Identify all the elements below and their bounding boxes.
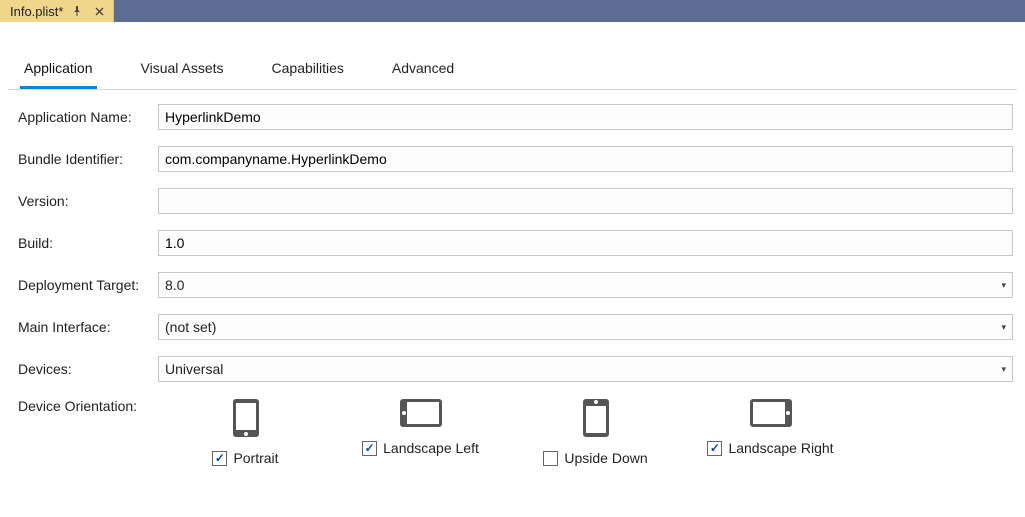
label-main-interface: Main Interface: bbox=[18, 319, 158, 335]
checkbox-landscape-right[interactable] bbox=[707, 441, 722, 456]
checkbox-landscape-right-label: Landscape Right bbox=[728, 440, 833, 456]
label-device-orientation: Device Orientation: bbox=[18, 398, 158, 414]
input-build[interactable] bbox=[158, 230, 1013, 256]
chevron-down-icon: ▾ bbox=[1001, 280, 1006, 291]
phone-upside-down-icon bbox=[582, 398, 610, 438]
document-tab[interactable]: Info.plist* bbox=[0, 0, 114, 22]
dropdown-devices[interactable]: Universal ▾ bbox=[158, 356, 1013, 382]
orientation-landscape-right: Landscape Right bbox=[683, 398, 858, 466]
tab-capabilities[interactable]: Capabilities bbox=[268, 56, 348, 89]
orientation-upside-down: Upside Down bbox=[508, 398, 683, 466]
dropdown-main-interface-value: (not set) bbox=[165, 319, 216, 335]
dropdown-devices-value: Universal bbox=[165, 361, 223, 377]
dropdown-deployment-target[interactable]: 8.0 ▾ bbox=[158, 272, 1013, 298]
checkbox-landscape-left-label: Landscape Left bbox=[383, 440, 479, 456]
dropdown-main-interface[interactable]: (not set) ▾ bbox=[158, 314, 1013, 340]
label-deployment-target: Deployment Target: bbox=[18, 277, 158, 293]
checkbox-upside-down[interactable] bbox=[543, 451, 558, 466]
input-bundle-identifier[interactable] bbox=[158, 146, 1013, 172]
orientation-options: Portrait Landscape Left bbox=[158, 398, 858, 466]
orientation-portrait: Portrait bbox=[158, 398, 333, 466]
label-bundle-identifier: Bundle Identifier: bbox=[18, 151, 158, 167]
input-version[interactable] bbox=[158, 188, 1013, 214]
checkbox-portrait[interactable] bbox=[212, 451, 227, 466]
phone-portrait-icon bbox=[232, 398, 260, 438]
tab-visual-assets[interactable]: Visual Assets bbox=[137, 56, 228, 89]
form-area: Application Name: Bundle Identifier: Ver… bbox=[0, 90, 1025, 466]
label-application-name: Application Name: bbox=[18, 109, 158, 125]
tab-application[interactable]: Application bbox=[20, 56, 97, 89]
orientation-landscape-left: Landscape Left bbox=[333, 398, 508, 466]
dropdown-deployment-target-value: 8.0 bbox=[165, 277, 184, 293]
input-application-name[interactable] bbox=[158, 104, 1013, 130]
checkbox-portrait-label: Portrait bbox=[233, 450, 278, 466]
section-tabs: Application Visual Assets Capabilities A… bbox=[0, 46, 1025, 89]
pin-icon[interactable] bbox=[69, 3, 85, 19]
title-bar: Info.plist* bbox=[0, 0, 1025, 22]
chevron-down-icon: ▾ bbox=[1001, 364, 1006, 375]
label-build: Build: bbox=[18, 235, 158, 251]
tab-title: Info.plist* bbox=[10, 4, 63, 19]
tab-advanced[interactable]: Advanced bbox=[388, 56, 458, 89]
phone-landscape-left-icon bbox=[399, 398, 443, 428]
phone-landscape-right-icon bbox=[749, 398, 793, 428]
checkbox-upside-down-label: Upside Down bbox=[564, 450, 647, 466]
chevron-down-icon: ▾ bbox=[1001, 322, 1006, 333]
label-devices: Devices: bbox=[18, 361, 158, 377]
label-version: Version: bbox=[18, 193, 158, 209]
editor-content: Application Visual Assets Capabilities A… bbox=[0, 22, 1025, 466]
checkbox-landscape-left[interactable] bbox=[362, 441, 377, 456]
close-icon[interactable] bbox=[91, 3, 107, 19]
